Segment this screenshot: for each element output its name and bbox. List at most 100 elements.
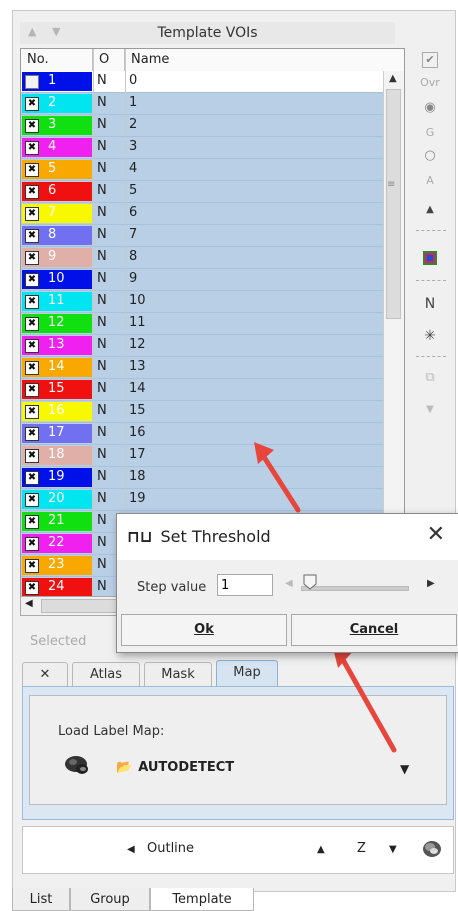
table-row[interactable]: ✖ 14 N 13 <box>21 357 383 379</box>
tab-atlas[interactable]: Atlas <box>72 662 140 686</box>
outline-left-icon[interactable]: ◀ <box>127 844 135 855</box>
step-value-input[interactable] <box>217 574 273 596</box>
visibility-checkbox[interactable]: ✖ <box>25 339 39 353</box>
row-name[interactable]: 10 <box>129 293 146 308</box>
color-swatch[interactable]: ✖ 21 <box>22 512 92 531</box>
checkbox-checked-icon[interactable]: ✔ <box>410 52 450 68</box>
n-button[interactable]: N <box>410 296 450 312</box>
table-row[interactable]: ✖ 8 N 7 <box>21 225 383 247</box>
visibility-checkbox[interactable]: ✖ <box>25 471 39 485</box>
row-name[interactable]: 5 <box>129 183 137 198</box>
color-swatch[interactable]: ✖ 12 <box>22 314 92 333</box>
color-swatch[interactable]: ✖ 20 <box>22 490 92 509</box>
visibility-checkbox[interactable]: ✖ <box>25 515 39 529</box>
outline-button[interactable]: Outline <box>147 841 194 856</box>
table-row[interactable]: ✖ 9 N 8 <box>21 247 383 269</box>
row-name[interactable]: 9 <box>129 271 137 286</box>
color-swatch[interactable]: ✖ 24 <box>22 578 92 597</box>
color-swatch[interactable]: ✖ 9 <box>22 248 92 267</box>
row-name[interactable]: 1 <box>129 95 137 110</box>
horizontal-scrollbar[interactable]: ◀ <box>20 596 122 616</box>
scroll-left-icon[interactable]: ◀ <box>25 598 33 609</box>
table-row[interactable]: ✖ 5 N 4 <box>21 159 383 181</box>
row-name[interactable]: 6 <box>129 205 137 220</box>
table-row[interactable]: ✖ 10 N 9 <box>21 269 383 291</box>
table-row[interactable]: ✖ 18 N 17 <box>21 445 383 467</box>
visibility-checkbox[interactable]: ✖ <box>25 185 39 199</box>
radio-g-icon[interactable]: ◉ <box>410 100 450 115</box>
row-name[interactable]: 13 <box>129 359 146 374</box>
slider-right-icon[interactable]: ▶ <box>427 578 435 589</box>
visibility-checkbox[interactable]: ✖ <box>25 317 39 331</box>
visibility-checkbox[interactable]: ✖ <box>25 581 39 595</box>
slider-left-icon[interactable]: ◀ <box>285 578 293 589</box>
slider-thumb[interactable] <box>303 574 317 590</box>
visibility-checkbox[interactable]: ✖ <box>25 427 39 441</box>
visibility-checkbox[interactable]: ✖ <box>25 251 39 265</box>
color-swatch[interactable]: ✖ 19 <box>22 468 92 487</box>
row-name[interactable]: 18 <box>129 469 146 484</box>
color-swatch[interactable]: ✖ 14 <box>22 358 92 377</box>
table-row[interactable]: ✖ 13 N 12 <box>21 335 383 357</box>
horizontal-scroll-thumb[interactable] <box>41 599 118 613</box>
brain-icon[interactable] <box>64 754 90 776</box>
visibility-checkbox[interactable]: ✖ <box>25 141 39 155</box>
row-name[interactable]: 16 <box>129 425 146 440</box>
row-name[interactable]: 11 <box>129 315 146 330</box>
table-row[interactable]: ✖ 2 N 1 <box>21 93 383 115</box>
color-swatch[interactable]: ✖ 2 <box>22 94 92 113</box>
table-row[interactable]: ✖ 6 N 5 <box>21 181 383 203</box>
tab-group[interactable]: Group <box>70 888 150 911</box>
color-swatch[interactable]: ✖ 11 <box>22 292 92 311</box>
table-row[interactable]: ✖1N0 <box>21 71 383 93</box>
row-name[interactable]: 15 <box>129 403 146 418</box>
color-swatch[interactable]: ✖ 13 <box>22 336 92 355</box>
column-header-name[interactable]: Name <box>125 49 404 71</box>
visibility-checkbox[interactable]: ✖ <box>25 97 39 111</box>
row-name[interactable]: 2 <box>129 117 137 132</box>
color-swatch[interactable]: ✖ 7 <box>22 204 92 223</box>
table-row[interactable]: ✖ 19 N 18 <box>21 467 383 489</box>
ok-button[interactable]: Ok <box>121 614 287 646</box>
row-name[interactable]: 0 <box>129 73 137 88</box>
scroll-up-icon[interactable]: ▲ <box>389 73 397 84</box>
visibility-checkbox[interactable]: ✖ <box>25 493 39 507</box>
visibility-checkbox[interactable]: ✖ <box>25 229 39 243</box>
visibility-checkbox[interactable]: ✖ <box>25 273 39 287</box>
row-name[interactable]: 12 <box>129 337 146 352</box>
cancel-button[interactable]: Cancel <box>291 614 457 646</box>
move-down-icon[interactable]: ▼ <box>410 404 450 415</box>
color-palette-icon[interactable] <box>410 250 450 270</box>
tab-list[interactable]: List <box>12 888 70 911</box>
visibility-checkbox[interactable]: ✖ <box>25 559 39 573</box>
brain-3d-icon[interactable] <box>421 839 443 859</box>
table-row[interactable]: ✖ 20 N 19 <box>21 489 383 511</box>
tab-close[interactable]: ✕ <box>22 662 68 686</box>
table-row[interactable]: ✖ 15 N 14 <box>21 379 383 401</box>
z-button[interactable]: Z <box>357 841 366 856</box>
dropdown-arrow-icon[interactable]: ▼ <box>400 762 409 776</box>
color-swatch[interactable]: ✖ 17 <box>22 424 92 443</box>
color-swatch[interactable]: ✖ 6 <box>22 182 92 201</box>
visibility-checkbox[interactable]: ✖ <box>25 361 39 375</box>
color-swatch[interactable]: ✖1 <box>22 72 92 91</box>
row-name[interactable]: 19 <box>129 491 146 506</box>
visibility-checkbox[interactable]: ✖ <box>25 119 39 133</box>
row-name[interactable]: 8 <box>129 249 137 264</box>
row-name[interactable]: 14 <box>129 381 146 396</box>
tab-map[interactable]: Map <box>216 660 278 688</box>
visibility-checkbox[interactable]: ✖ <box>25 295 39 309</box>
close-icon[interactable]: ✕ <box>427 522 445 547</box>
table-row[interactable]: ✖ 4 N 3 <box>21 137 383 159</box>
column-header-no[interactable]: No. <box>21 49 93 71</box>
slider-track[interactable] <box>301 586 409 591</box>
table-row[interactable]: ✖ 3 N 2 <box>21 115 383 137</box>
color-swatch[interactable]: ✖ 22 <box>22 534 92 553</box>
visibility-checkbox[interactable]: ✖ <box>25 75 39 89</box>
visibility-checkbox[interactable]: ✖ <box>25 163 39 177</box>
visibility-checkbox[interactable]: ✖ <box>25 449 39 463</box>
table-row[interactable]: ✖ 7 N 6 <box>21 203 383 225</box>
row-name[interactable]: 7 <box>129 227 137 242</box>
table-row[interactable]: ✖ 11 N 10 <box>21 291 383 313</box>
move-up-icon[interactable]: ▲ <box>410 204 450 215</box>
